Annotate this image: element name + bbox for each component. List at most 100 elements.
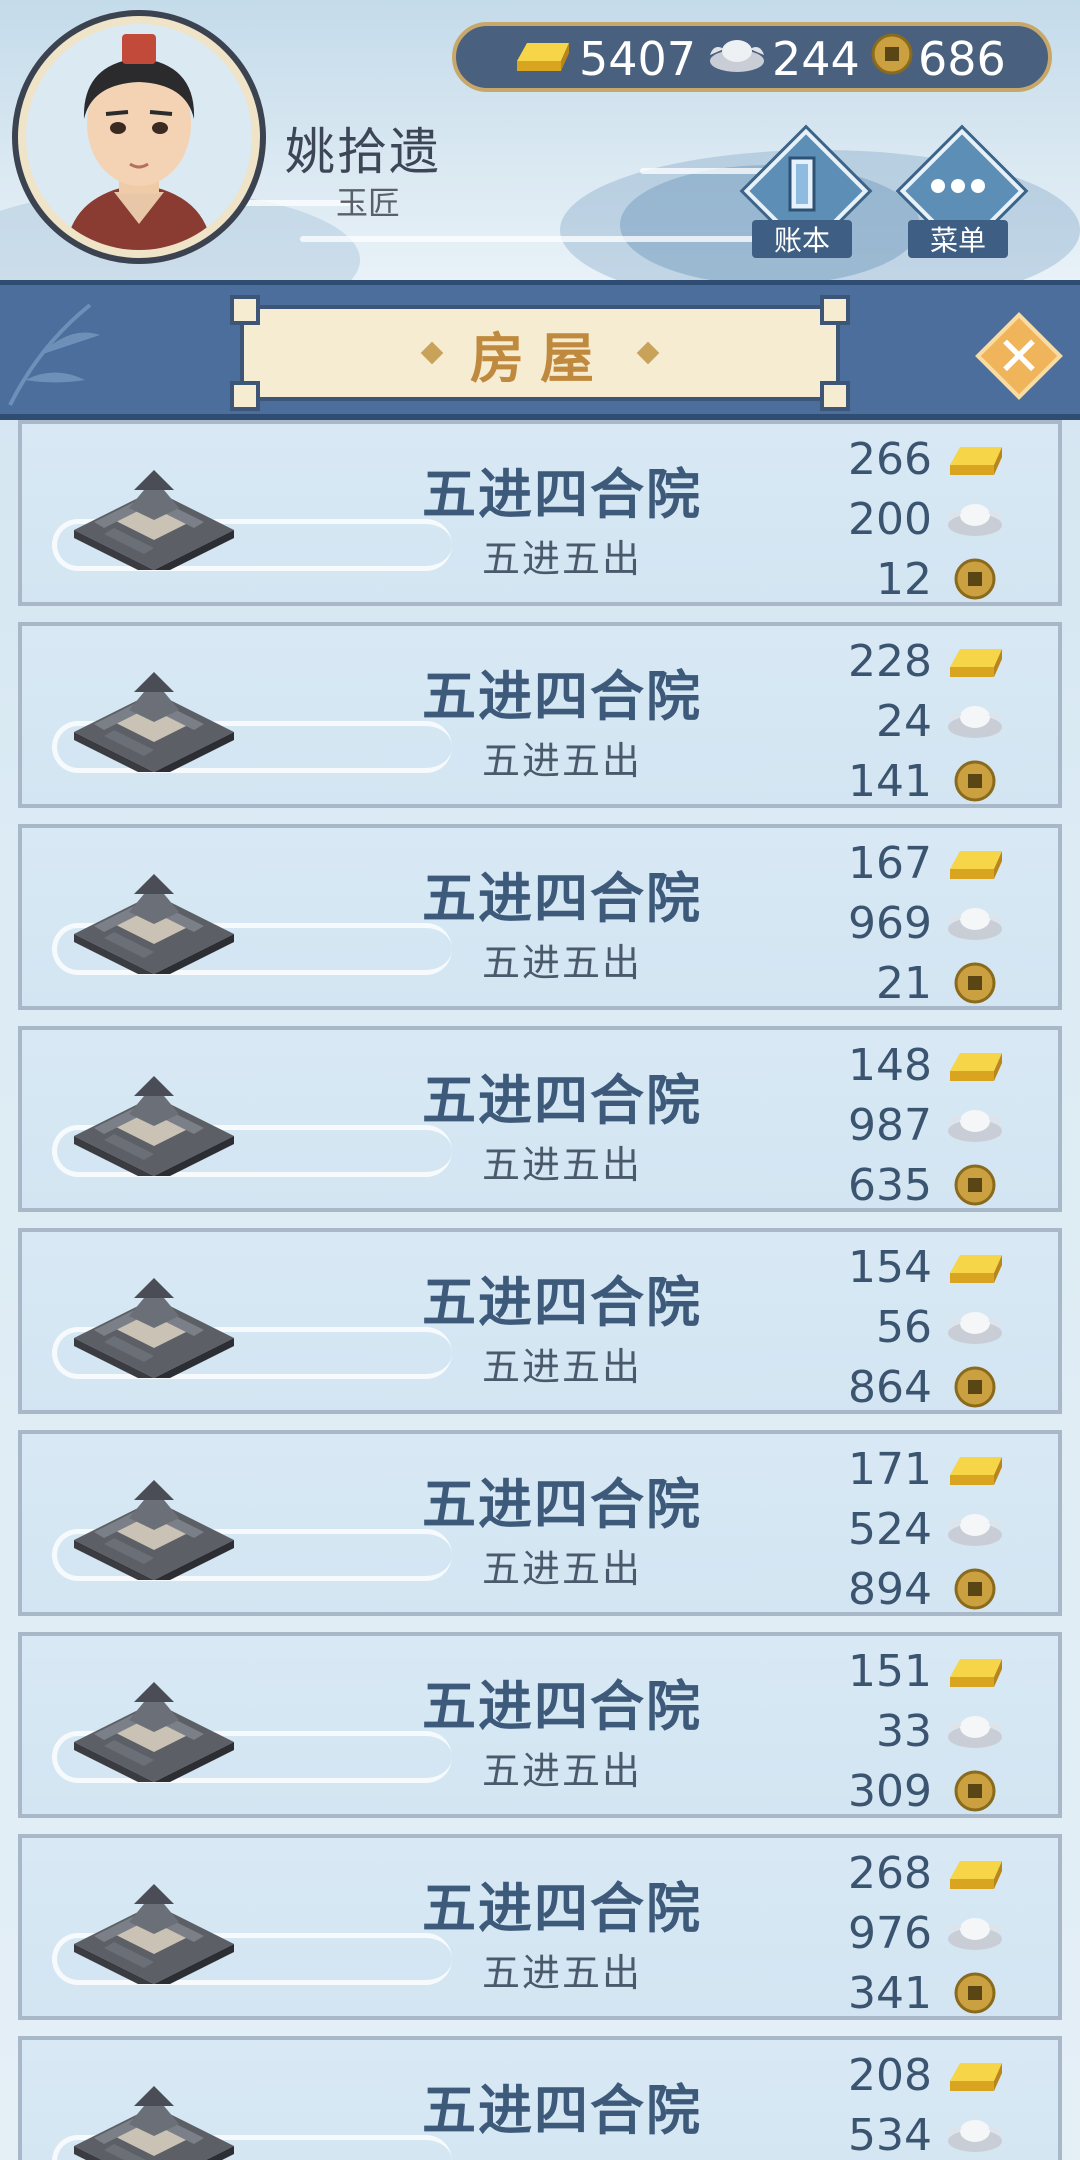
silver-price: 33 bbox=[806, 1702, 1006, 1760]
panel-header: 房屋 ✕ bbox=[0, 280, 1080, 420]
house-row[interactable]: 五进四合院 五进五出 151 33 309 bbox=[18, 1632, 1062, 1818]
silver-price: 987 bbox=[806, 1096, 1006, 1154]
gold-price: 171 bbox=[806, 1440, 1006, 1498]
gold-amount: 5407 bbox=[579, 32, 697, 86]
house-name: 五进四合院 bbox=[422, 2079, 702, 2142]
silver-price: 200 bbox=[806, 490, 1006, 548]
courtyard-house-icon bbox=[74, 1884, 234, 1984]
coin-price: 894 bbox=[806, 1560, 1006, 1618]
close-icon: ✕ bbox=[996, 324, 1042, 388]
silver-price-value: 33 bbox=[876, 1705, 932, 1757]
copper-coin-icon bbox=[944, 1160, 1006, 1210]
house-name: 五进四合院 bbox=[422, 1877, 702, 1940]
gold-price: 228 bbox=[806, 632, 1006, 690]
house-row[interactable]: 五进四合院 五进五出 167 969 21 bbox=[18, 824, 1062, 1010]
copper-coin-icon bbox=[944, 1968, 1006, 2018]
coin-price: 309 bbox=[806, 1762, 1006, 1820]
player-name: 姚拾遗 bbox=[285, 123, 441, 181]
silver-price-value: 987 bbox=[848, 1099, 932, 1151]
gold-price-value: 268 bbox=[848, 1847, 932, 1899]
house-name: 五进四合院 bbox=[422, 867, 702, 930]
silver-ingot-icon bbox=[944, 1302, 1006, 1352]
courtyard-house-icon bbox=[74, 1480, 234, 1580]
gold-price: 154 bbox=[806, 1238, 1006, 1296]
silver-price: 976 bbox=[806, 1904, 1006, 1962]
gold-price: 208 bbox=[806, 2046, 1006, 2104]
coin-price: 12 bbox=[806, 550, 1006, 608]
house-row[interactable]: 五进四合院 五进五出 228 24 141 bbox=[18, 622, 1062, 808]
house-row[interactable]: 五进四合院 五进五出 268 976 341 bbox=[18, 1834, 1062, 2020]
silver-price-value: 969 bbox=[848, 897, 932, 949]
gold-currency: 5407 bbox=[511, 32, 697, 86]
silver-ingot-icon bbox=[944, 696, 1006, 746]
courtyard-house-icon bbox=[74, 672, 234, 772]
house-row[interactable]: 五进四合院 五进五出 148 987 635 bbox=[18, 1026, 1062, 1212]
copper-coin-icon bbox=[944, 554, 1006, 604]
close-button[interactable]: ✕ bbox=[975, 312, 1063, 400]
silver-ingot-icon bbox=[944, 898, 1006, 948]
coin-price-value: 341 bbox=[848, 1967, 932, 2019]
house-name: 五进四合院 bbox=[422, 463, 702, 526]
silver-price-value: 200 bbox=[848, 493, 932, 545]
courtyard-house-icon bbox=[74, 470, 234, 570]
coin-price-value: 309 bbox=[848, 1765, 932, 1817]
silver-price: 524 bbox=[806, 1500, 1006, 1558]
house-row[interactable]: 五进四合院 五进五出 171 524 894 bbox=[18, 1430, 1062, 1616]
house-description: 五进五出 bbox=[481, 739, 642, 783]
ledger-button[interactable]: 账本 bbox=[742, 128, 869, 262]
courtyard-house-icon bbox=[74, 874, 234, 974]
house-description: 五进五出 bbox=[481, 1951, 642, 1995]
copper-coin-icon bbox=[944, 756, 1006, 806]
gold-price: 167 bbox=[806, 834, 1006, 892]
house-description: 五进五出 bbox=[481, 941, 642, 985]
gold-price: 266 bbox=[806, 430, 1006, 488]
gold-price-value: 148 bbox=[848, 1039, 932, 1091]
gold-price: 151 bbox=[806, 1642, 1006, 1700]
silver-price: 24 bbox=[806, 692, 1006, 750]
silver-ingot-icon bbox=[944, 494, 1006, 544]
silver-price-value: 56 bbox=[876, 1301, 932, 1353]
player-avatar[interactable] bbox=[12, 10, 266, 264]
gold-price-value: 154 bbox=[848, 1241, 932, 1293]
house-row[interactable]: 五进四合院 五进五出 266 200 12 bbox=[18, 420, 1062, 606]
copper-coin-icon bbox=[870, 32, 914, 87]
house-name: 五进四合院 bbox=[422, 1473, 702, 1536]
gold-ingot-icon bbox=[511, 32, 573, 86]
coin-price: 341 bbox=[806, 1964, 1006, 2022]
gold-ingot-icon bbox=[944, 1848, 1006, 1898]
menu-button[interactable]: 菜单 bbox=[898, 128, 1025, 262]
house-row[interactable]: 五进四合院 208 534 bbox=[18, 2036, 1062, 2160]
silver-price: 969 bbox=[806, 894, 1006, 952]
house-name: 五进四合院 bbox=[422, 1675, 702, 1738]
gold-price-value: 167 bbox=[848, 837, 932, 889]
copper-coin-icon bbox=[944, 1766, 1006, 1816]
silver-currency: 244 bbox=[706, 32, 860, 86]
copper-coin-icon bbox=[944, 958, 1006, 1008]
silver-amount: 244 bbox=[772, 32, 860, 86]
house-row[interactable]: 五进四合院 五进五出 154 56 864 bbox=[18, 1228, 1062, 1414]
gold-ingot-icon bbox=[944, 1242, 1006, 1292]
silver-price-value: 24 bbox=[876, 695, 932, 747]
courtyard-house-icon bbox=[74, 2086, 234, 2160]
silver-ingot-icon bbox=[944, 2110, 1006, 2160]
panel-title-plaque: 房屋 bbox=[230, 295, 850, 411]
house-name: 五进四合院 bbox=[422, 665, 702, 728]
courtyard-house-icon bbox=[74, 1076, 234, 1176]
player-title: 玉匠 bbox=[336, 184, 401, 222]
silver-ingot-icon bbox=[944, 1706, 1006, 1756]
menu-label: 菜单 bbox=[908, 220, 1008, 258]
house-list[interactable]: 五进四合院 五进五出 266 200 12 五进四合院 五进五出 228 24 … bbox=[18, 420, 1062, 2160]
coin-amount: 686 bbox=[918, 32, 1006, 86]
more-dots-icon bbox=[931, 179, 985, 193]
gold-price-value: 151 bbox=[848, 1645, 932, 1697]
gold-price: 268 bbox=[806, 1844, 1006, 1902]
gold-ingot-icon bbox=[944, 838, 1006, 888]
gold-price-value: 208 bbox=[848, 2049, 932, 2101]
silver-ingot-icon bbox=[706, 32, 768, 86]
gold-ingot-icon bbox=[944, 1444, 1006, 1494]
silver-ingot-icon bbox=[944, 1908, 1006, 1958]
coin-price: 141 bbox=[806, 752, 1006, 810]
copper-coin-icon bbox=[944, 1564, 1006, 1614]
coin-price: 21 bbox=[806, 954, 1006, 1012]
ornament-diamond-icon bbox=[636, 341, 660, 365]
